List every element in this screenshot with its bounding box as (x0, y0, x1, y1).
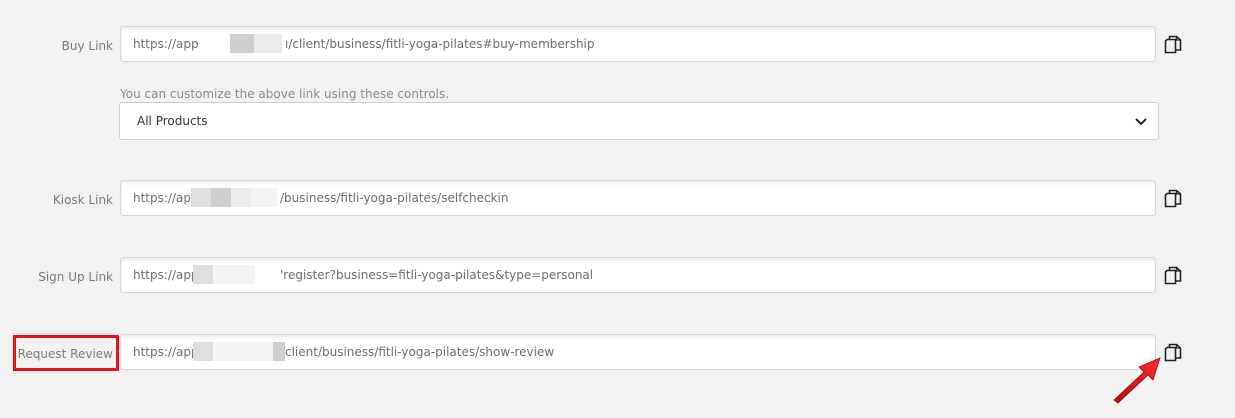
copy-icon[interactable] (1164, 189, 1182, 209)
redaction (193, 265, 213, 284)
kiosk-link-url-start: https://app (133, 191, 199, 205)
redaction (213, 342, 273, 361)
buy-link-url-start: https://app (133, 37, 199, 51)
signup-link-label: Sign Up Link (38, 270, 113, 284)
customize-hint: You can customize the above link using t… (120, 87, 450, 101)
signup-link-field[interactable]: https://app 'register?business=fitli-yog… (120, 257, 1156, 293)
request-review-url-start: https://app (133, 345, 199, 359)
request-review-label: Request Review (17, 347, 113, 361)
redaction (251, 188, 277, 207)
copy-icon[interactable] (1164, 35, 1182, 55)
kiosk-link-field[interactable]: https://app /business/fitli-yoga-pilates… (120, 180, 1156, 216)
redaction (193, 342, 213, 361)
signup-link-url-start: https://app (133, 268, 199, 282)
redaction (211, 188, 231, 207)
redaction (254, 34, 282, 53)
request-review-field[interactable]: https://app client/business/fitli-yoga-p… (120, 334, 1156, 370)
buy-link-label: Buy Link (61, 39, 113, 53)
product-select[interactable]: All Products (119, 102, 1159, 140)
redaction (273, 342, 285, 361)
buy-link-field[interactable]: https://app ı/client/business/fitli-yoga… (120, 26, 1156, 62)
buy-link-url-end: ı/client/business/fitli-yoga-pilates#buy… (285, 37, 595, 51)
chevron-down-icon (1135, 118, 1147, 126)
kiosk-link-label: Kiosk Link (52, 193, 113, 207)
product-select-value: All Products (137, 114, 208, 128)
redaction (213, 265, 255, 284)
red-arrow (1113, 357, 1161, 404)
redaction (230, 34, 254, 53)
redaction (191, 188, 211, 207)
copy-icon[interactable] (1164, 266, 1182, 286)
signup-link-url-end: 'register?business=fitli-yoga-pilates&ty… (280, 268, 594, 282)
request-review-url-end: client/business/fitli-yoga-pilates/show-… (285, 345, 555, 359)
kiosk-link-url-end: /business/fitli-yoga-pilates/selfcheckin (280, 191, 509, 205)
redaction (231, 188, 251, 207)
